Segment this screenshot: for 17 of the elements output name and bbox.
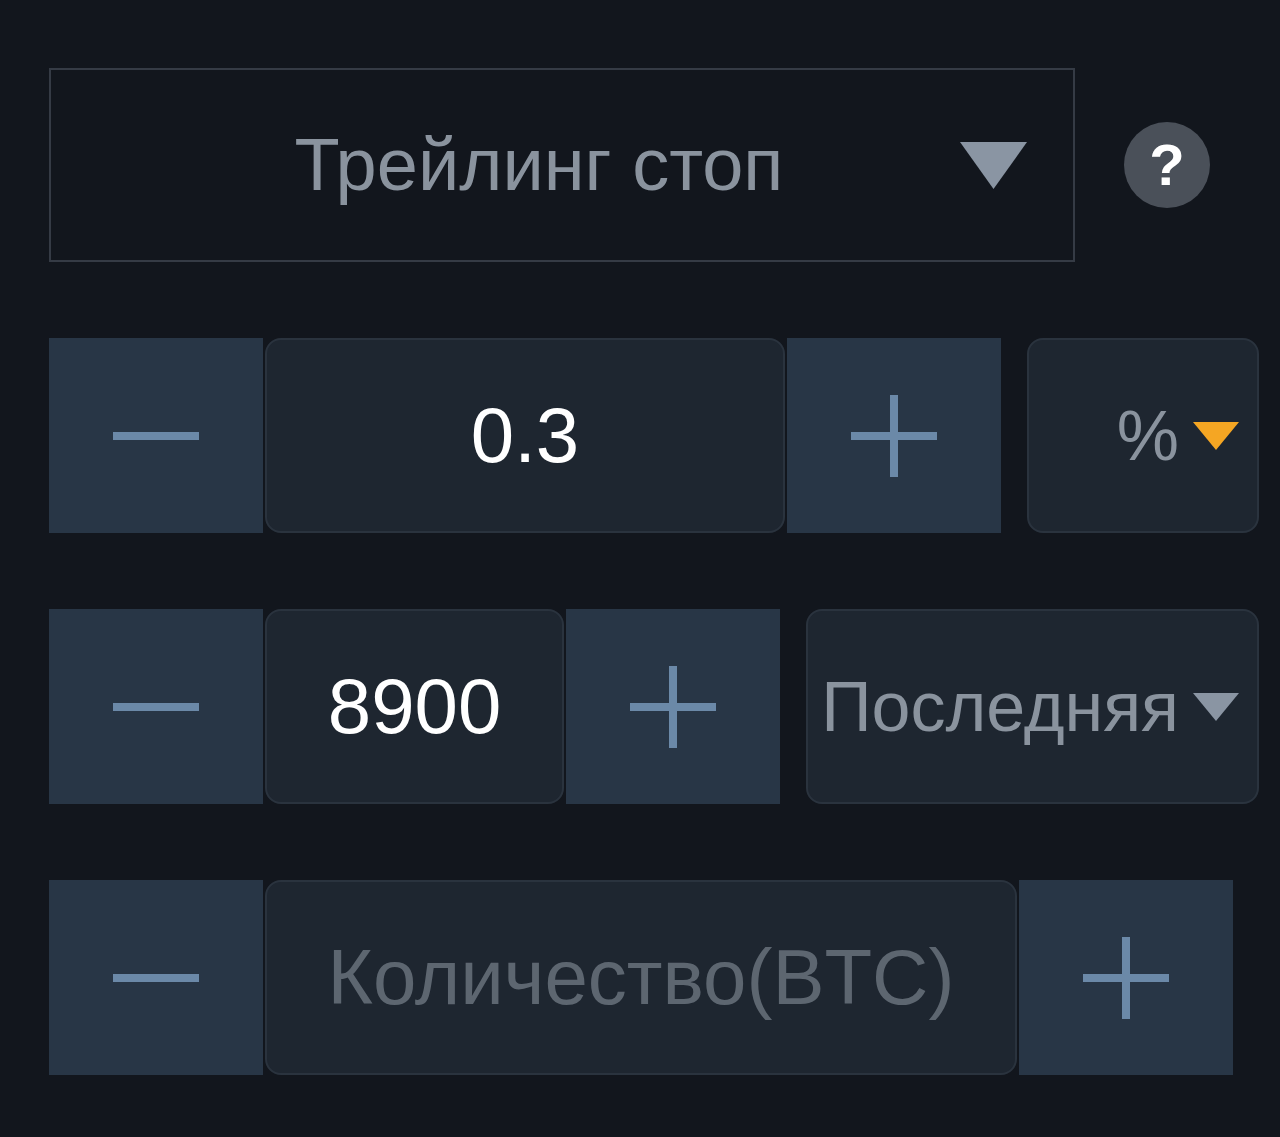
price-type-select[interactable]: Последняя <box>806 609 1259 804</box>
plus-icon <box>851 394 937 477</box>
value-field[interactable]: 0.3 <box>265 338 785 533</box>
minus-icon <box>113 431 199 440</box>
caret-icon <box>960 141 1027 189</box>
increment-button[interactable] <box>787 338 1001 533</box>
minus-icon <box>113 702 199 711</box>
value-field[interactable]: 8900 <box>265 609 565 804</box>
plus-icon <box>630 665 717 748</box>
help-button[interactable]: ? <box>1124 122 1210 208</box>
unit-select[interactable]: % <box>1027 338 1259 533</box>
plus-icon <box>1083 936 1169 1019</box>
increment-button[interactable] <box>566 609 781 804</box>
order-type-select[interactable]: Трейлинг стоп <box>49 68 1075 262</box>
increment-button[interactable] <box>1019 880 1233 1075</box>
minus-icon <box>113 973 199 982</box>
quantity-field[interactable]: Количество(BTC) <box>265 880 1017 1075</box>
